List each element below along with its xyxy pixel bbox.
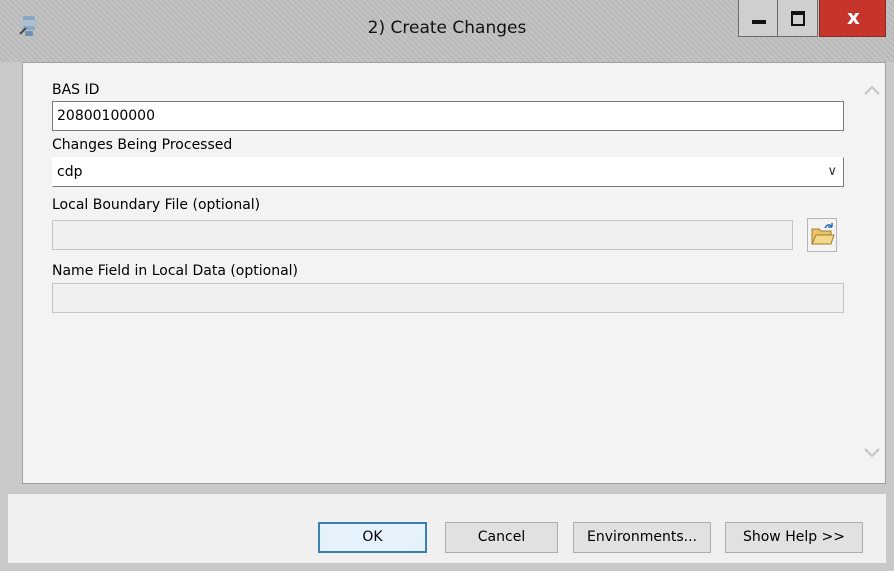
chevron-up-icon[interactable] (863, 83, 881, 97)
environments-button[interactable]: Environments... (573, 522, 711, 553)
name-field-label: Name Field in Local Data (optional) (52, 263, 299, 279)
cancel-button[interactable]: Cancel (445, 522, 558, 553)
bas-id-label: BAS ID (52, 82, 100, 98)
ok-button[interactable]: OK (318, 522, 427, 553)
browse-button[interactable] (807, 218, 837, 252)
local-boundary-label: Local Boundary File (optional) (52, 197, 261, 213)
changes-dropdown[interactable]: cdp ∨ (52, 157, 844, 187)
chevron-down-icon[interactable]: ∨ (827, 158, 837, 186)
name-field-input[interactable] (52, 283, 844, 313)
button-bar: OK Cancel Environments... Show Help >> (0, 484, 894, 571)
close-button[interactable]: x (819, 0, 886, 37)
local-boundary-input[interactable] (52, 220, 793, 250)
bas-id-input[interactable]: 20800100000 (52, 101, 844, 131)
chevron-down-icon[interactable] (863, 446, 881, 460)
changes-label: Changes Being Processed (52, 137, 233, 153)
button-bar-panel: OK Cancel Environments... Show Help >> (8, 494, 886, 563)
dialog-window: 2) Create Changes x BAS ID 20800100000 C… (0, 0, 894, 571)
maximize-icon (791, 11, 805, 26)
close-icon: x (847, 5, 860, 29)
parameters-panel: BAS ID 20800100000 Changes Being Process… (22, 62, 886, 484)
changes-value: cdp (57, 164, 83, 180)
maximize-button[interactable] (777, 0, 818, 37)
title-bar[interactable]: 2) Create Changes x (0, 0, 894, 62)
folder-open-icon (811, 223, 835, 245)
minimize-icon (752, 20, 766, 24)
show-help-button[interactable]: Show Help >> (725, 522, 863, 553)
minimize-button[interactable] (738, 0, 778, 37)
bas-id-value: 20800100000 (57, 108, 155, 124)
